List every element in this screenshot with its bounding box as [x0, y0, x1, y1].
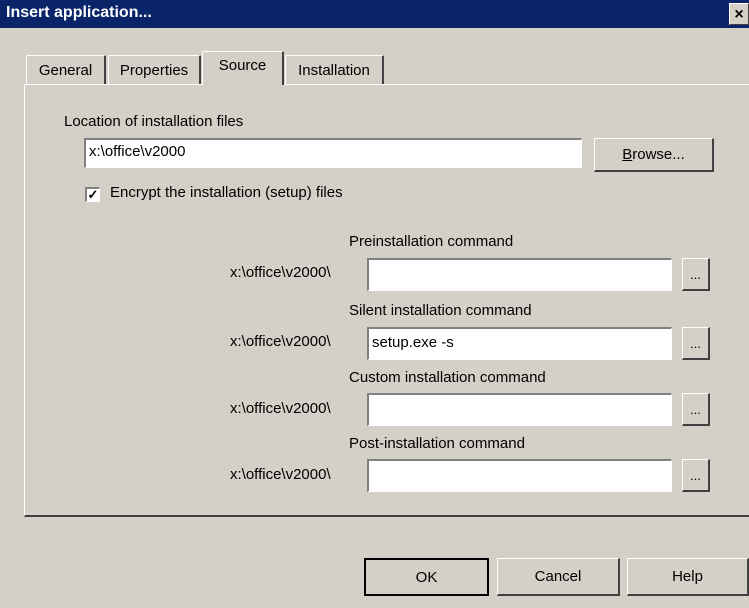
- tab-installation[interactable]: Installation: [285, 55, 384, 85]
- tab-properties-label: Properties: [119, 62, 189, 79]
- source-tab-panel: [24, 84, 749, 517]
- tab-properties[interactable]: Properties: [108, 55, 201, 85]
- ok-button[interactable]: OK: [364, 558, 489, 596]
- tab-installation-label: Installation: [298, 62, 370, 79]
- tab-source-label: Source: [218, 57, 267, 74]
- tab-source[interactable]: Source: [202, 51, 284, 85]
- window-title: Insert application...: [6, 4, 152, 21]
- help-button[interactable]: Help: [627, 558, 749, 596]
- cancel-button[interactable]: Cancel: [497, 558, 620, 596]
- tab-general-label: General: [38, 62, 93, 79]
- title-bar: Insert application... ×: [0, 0, 749, 28]
- close-icon[interactable]: ×: [729, 3, 749, 25]
- tab-general[interactable]: General: [26, 55, 106, 85]
